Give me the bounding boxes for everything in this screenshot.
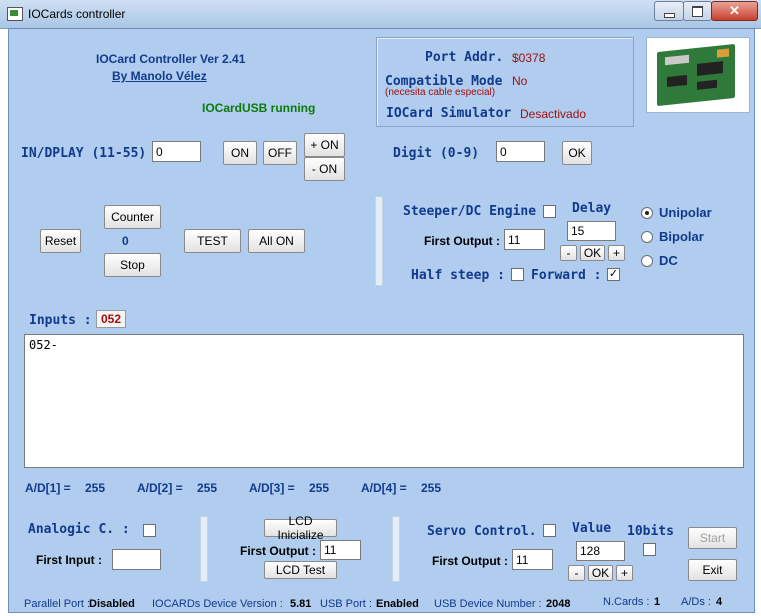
analogic-divider [200,516,208,582]
dc-radio[interactable] [641,255,653,267]
servo-value-label: Value [572,521,612,536]
stepper-first-output-input[interactable] [504,229,545,250]
ad2-value: 255 [197,481,218,495]
stepper-checkbox[interactable] [543,205,556,218]
ad1-value: 255 [85,481,106,495]
stepper-label: Steeper/DC Engine [403,204,537,219]
ads-value: 4 [716,596,723,608]
minus-on-button[interactable]: - ON [304,157,345,181]
ad4-value: 255 [421,481,442,495]
first-input-label: First Input : [36,553,102,567]
unipolar-radio[interactable] [641,207,653,219]
bits-checkbox[interactable] [643,543,656,556]
digit-input[interactable] [496,141,545,162]
lcd-first-output-label: First Output : [240,544,316,558]
stepper-minus-button[interactable]: - [560,245,577,261]
servo-label: Servo Control. [427,524,537,539]
display-input[interactable] [152,141,201,162]
lcd-divider [392,516,400,582]
servo-checkbox[interactable] [543,524,556,537]
simulator-value: Desactivado [520,107,587,121]
app-icon [7,7,23,21]
on-button[interactable]: ON [223,141,257,165]
version-value: 5.81 [290,598,312,610]
compat-note: (necesita cable especial) [385,87,496,98]
ad4-label: A/D[4] = [361,481,407,495]
forward-checkbox[interactable]: ✓ [607,268,620,281]
port-value: $0378 [512,51,546,65]
window-title: IOCards controller [28,7,126,21]
start-button[interactable]: Start [688,527,737,549]
off-button[interactable]: OFF [263,141,297,165]
usb-device-number-value: 2048 [546,598,571,610]
inputs-log-text: 052- [29,338,58,352]
plus-on-button[interactable]: + ON [304,133,345,157]
display-label: IN/DPLAY (11-55) [21,146,147,161]
usb-status: IOCardUSB running [202,101,316,115]
inputs-value: 052 [96,310,127,328]
counter-value: 0 [122,234,129,248]
lcd-init-button[interactable]: LCD Inicialize [264,514,337,542]
dc-label: DC [659,253,678,268]
parallel-value: Disabled [89,598,135,610]
simulator-label: IOCard Simulator [386,106,512,121]
digit-label: Digit (0-9) [393,146,480,161]
first-input-field[interactable] [112,549,161,570]
servo-minus-button[interactable]: - [568,565,585,581]
minimize-button[interactable] [654,1,684,21]
servo-plus-button[interactable]: + [616,565,633,581]
usb-device-number-label: USB Device Number : [434,598,542,610]
servo-ok-button[interactable]: OK [588,565,613,581]
inputs-log[interactable]: 052- [24,334,744,468]
usb-port-label: USB Port : [320,598,372,610]
stop-button[interactable]: Stop [104,253,161,277]
app-name: IOCard Controller Ver 2.41 [96,52,246,66]
author-label: By Manolo Vélez [112,69,207,83]
stepper-ok-button[interactable]: OK [580,245,605,261]
forward-label: Forward : [531,268,602,283]
exit-button[interactable]: Exit [688,559,737,581]
ncards-value: 1 [654,596,661,608]
lcd-first-output-input[interactable] [320,540,361,560]
close-button[interactable]: ✕ [711,1,758,21]
delay-label: Delay [572,201,612,216]
bits-label: 10bits [627,524,674,539]
parallel-label: Parallel Port : [24,598,91,610]
inputs-label: Inputs : [29,313,92,328]
port-label: Port Addr. [425,50,504,65]
stepper-plus-button[interactable]: + [608,245,625,261]
analogic-label: Analogic C. : [28,522,130,537]
analogic-checkbox[interactable] [143,524,156,537]
counter-button[interactable]: Counter [104,205,161,229]
bipolar-label: Bipolar [659,229,704,244]
servo-value-input[interactable] [576,541,625,561]
title-bar: IOCards controller ✕ [0,0,761,29]
ncards-label: N.Cards : [603,596,650,608]
reset-button[interactable]: Reset [40,229,81,253]
unipolar-label: Unipolar [659,205,712,220]
usb-port-value: Enabled [376,598,419,610]
maximize-button[interactable] [683,1,712,21]
ads-label: A/Ds : [681,596,711,608]
bipolar-radio[interactable] [641,231,653,243]
compat-value: No [512,74,528,88]
lcd-test-button[interactable]: LCD Test [264,561,337,579]
half-steep-label: Half steep : [411,268,505,283]
stepper-divider [375,196,383,286]
delay-input[interactable] [567,221,616,241]
stepper-first-output-label: First Output : [424,234,500,248]
all-on-button[interactable]: All ON [248,229,305,253]
version-label: IOCARDs Device Version : [152,598,283,610]
half-steep-checkbox[interactable] [511,268,524,281]
ad3-value: 255 [309,481,330,495]
test-button[interactable]: TEST [184,229,241,253]
ad3-label: A/D[3] = [249,481,295,495]
servo-first-output-label: First Output : [432,554,508,568]
ad2-label: A/D[2] = [137,481,183,495]
ad1-label: A/D[1] = [25,481,71,495]
digit-ok-button[interactable]: OK [562,141,592,165]
servo-first-output-input[interactable] [512,549,553,570]
iocard-board-image [646,37,750,113]
